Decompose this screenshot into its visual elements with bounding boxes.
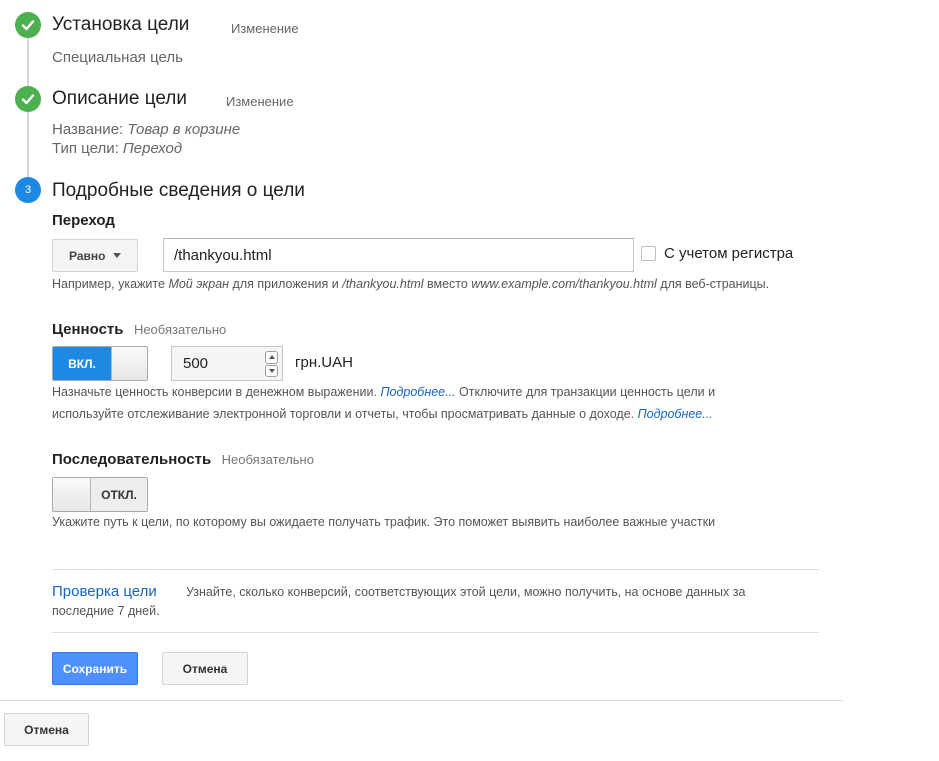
funnel-help: Укажите путь к цели, по которому вы ожид… [52,515,716,529]
goal-name-label: Название: [52,121,124,138]
divider [52,632,819,633]
goal-name-summary: Название: Товар в корзине [52,121,240,138]
learn-more-link[interactable]: Подробнее... [380,385,455,399]
case-sensitive-label: С учетом регистра [664,245,794,262]
step-3-number-badge: 3 [15,177,41,203]
step-connector [27,111,29,177]
funnel-label: Последовательность [52,451,212,468]
step-2-edit-link[interactable]: Изменение [226,94,294,109]
funnel-toggle[interactable]: ОТКЛ. [52,477,148,512]
verify-help-line1: Узнайте, сколько конверсий, соответствую… [186,585,746,599]
outer-cancel-button[interactable]: Отмена [4,713,89,746]
destination-help: Например, укажите Мой экран для приложен… [52,273,769,295]
value-optional: Необязательно [133,322,227,337]
value-help: Назначьте ценность конверсии в денежном … [52,381,715,425]
destination-label: Переход [52,212,115,229]
step-1-title: Установка цели [52,14,190,35]
help-example-path: /thankyou.html [342,277,424,291]
funnel-heading: Последовательность Необязательно [52,451,314,469]
verify-help-line2: последние 7 дней. [52,604,160,618]
value-label: Ценность [52,321,124,338]
funnel-toggle-label: ОТКЛ. [91,478,147,511]
step-1-edit-link[interactable]: Изменение [231,21,299,36]
help-text: для приложения и [229,277,343,291]
help-text: Отключите для транзакции ценность цели и [455,385,716,399]
goal-type-value: Переход [122,140,183,157]
destination-input[interactable]: /thankyou.html [163,238,634,272]
currency-label: грн.UAH [295,354,353,371]
verify-goal-link[interactable]: Проверка цели [52,583,157,600]
help-text: для веб-страницы. [656,277,770,291]
value-toggle[interactable]: ВКЛ. [52,346,148,381]
value-amount-input[interactable]: 500 [171,346,283,381]
value-toggle-label: ВКЛ. [53,347,111,380]
cancel-button[interactable]: Отмена [162,652,248,685]
value-heading: Ценность Необязательно [52,321,226,339]
value-amount: 500 [183,355,209,372]
step-connector [27,38,29,86]
step-3-title: Подробные сведения о цели [52,180,305,201]
funnel-optional: Необязательно [221,452,314,467]
case-sensitive-checkbox[interactable] [641,246,656,261]
save-button[interactable]: Сохранить [52,652,138,685]
learn-more-link[interactable]: Подробнее... [638,407,713,421]
toggle-knob [53,478,91,511]
help-example-screen: Мой экран [168,277,230,291]
help-text: Назначьте ценность конверсии в денежном … [52,385,381,399]
goal-name-value: Товар в корзине [127,121,241,138]
match-type-value: Равно [69,248,106,263]
divider [52,569,819,570]
help-text: Например, укажите [52,277,169,291]
step-1-summary: Специальная цель [52,49,183,66]
help-example-url: www.example.com/thankyou.html [471,277,657,291]
match-type-dropdown[interactable]: Равно [52,239,138,272]
toggle-knob [111,347,147,380]
step-2-title: Описание цели [52,88,188,109]
step-1-check-icon [15,12,41,38]
help-text: используйте отслеживание электронной тор… [52,407,638,421]
help-text: вместо [423,277,472,291]
decrement-icon[interactable] [265,364,278,377]
goal-type-summary: Тип цели: Переход [52,140,182,157]
divider [0,700,843,701]
increment-icon[interactable] [265,351,278,364]
goal-type-label: Тип цели: [52,140,119,157]
step-2-check-icon [15,86,41,112]
chevron-down-icon [113,253,122,258]
amount-spinner [265,351,278,377]
